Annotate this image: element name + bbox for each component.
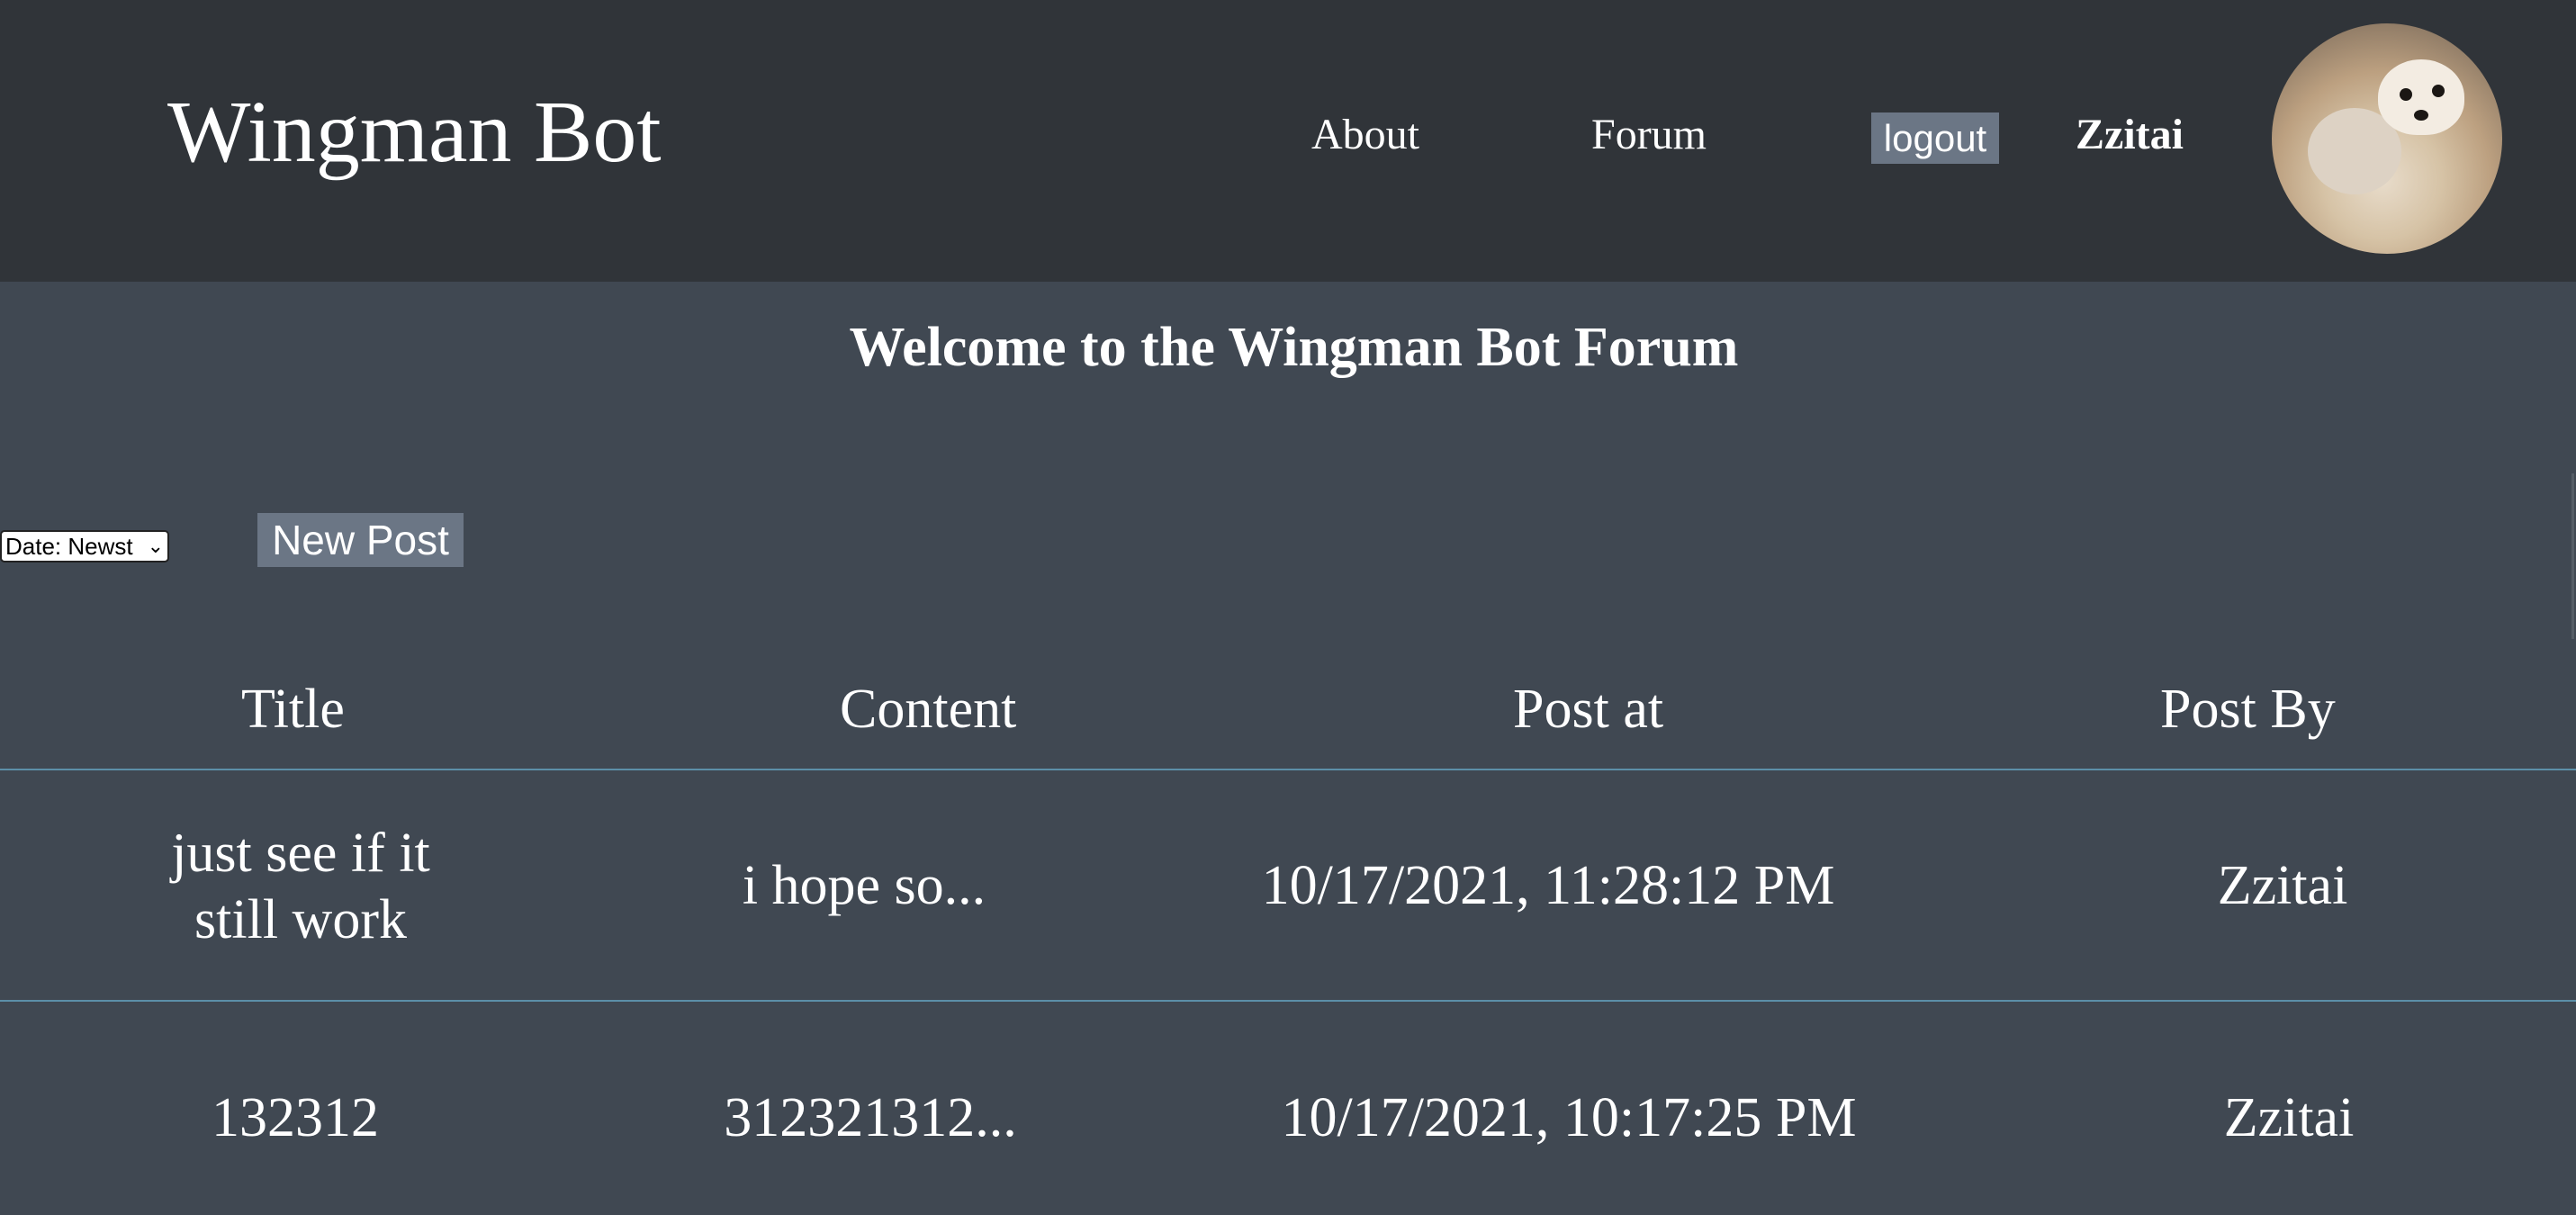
new-post-button[interactable]: New Post: [257, 513, 464, 567]
cell-title-line: still work: [194, 889, 407, 950]
nav-link-about[interactable]: About: [1311, 113, 1419, 157]
sort-select[interactable]: Date: Newst ⌄: [0, 530, 169, 562]
avatar[interactable]: [2272, 23, 2502, 254]
scrollbar-edge[interactable]: [2571, 473, 2574, 639]
avatar-eye-shape: [2432, 85, 2445, 97]
cell-title-line: just see if it: [171, 823, 430, 884]
sort-select-value: Date: Newst: [5, 532, 133, 560]
cell-title[interactable]: just see if it still work: [112, 820, 490, 953]
chevron-down-icon: ⌄: [147, 535, 164, 557]
nav-link-forum[interactable]: Forum: [1591, 113, 1707, 157]
cell-post-by: Zzitai: [2223, 1087, 2355, 1148]
cell-post-by: Zzitai: [2217, 855, 2348, 916]
column-header-post-at: Post at: [1513, 679, 1664, 740]
column-header-title: Title: [241, 679, 345, 740]
top-header: Wingman Bot About Forum logout Zzitai: [0, 0, 2576, 282]
avatar-nose-shape: [2414, 110, 2428, 121]
brand-title: Wingman Bot: [167, 84, 662, 181]
table-divider: [0, 769, 2576, 770]
cell-post-at: 10/17/2021, 10:17:25 PM: [1281, 1087, 1857, 1148]
table-divider: [0, 1000, 2576, 1002]
page-title: Welcome to the Wingman Bot Forum: [849, 317, 1739, 378]
cell-content: 312321312...: [724, 1087, 1017, 1148]
cell-post-at: 10/17/2021, 11:28:12 PM: [1261, 855, 1835, 916]
cell-title[interactable]: 132312: [115, 1084, 475, 1151]
avatar-eye-shape: [2400, 88, 2412, 101]
logout-button[interactable]: logout: [1871, 112, 1999, 164]
column-header-post-by: Post By: [2160, 679, 2336, 740]
username-label[interactable]: Zzitai: [2076, 113, 2184, 157]
avatar-dog-shape: [2378, 59, 2464, 135]
column-header-content: Content: [840, 679, 1017, 740]
cell-content: i hope so...: [742, 855, 986, 916]
